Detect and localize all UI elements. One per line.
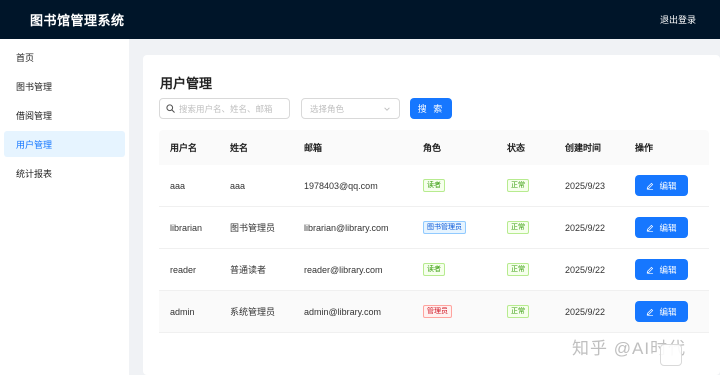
cell-name: aaa	[230, 180, 246, 191]
role-select[interactable]: 选择角色	[301, 98, 400, 119]
role-badge: 图书管理员	[423, 221, 466, 234]
cell-email: librarian@library.com	[304, 222, 389, 233]
edit-button[interactable]: 编辑	[635, 259, 688, 280]
app-title: 图书馆管理系统	[30, 13, 125, 28]
table-row: admin 系统管理员 admin@library.com 管理员 正常 202…	[159, 291, 709, 333]
cell-email: reader@library.com	[304, 264, 383, 275]
role-badge: 读者	[423, 179, 445, 192]
cell-email: 1978403@qq.com	[304, 180, 378, 191]
table-row: librarian 图书管理员 librarian@library.com 图书…	[159, 207, 709, 249]
column-header-status: 状态	[507, 143, 526, 153]
main-panel: 用户管理 选择角色 搜 索 用户名 姓名 邮箱 角色 状态 创建时间 操作 aa…	[143, 55, 720, 375]
edit-button[interactable]: 编辑	[635, 217, 688, 238]
role-select-placeholder: 选择角色	[310, 103, 345, 114]
column-header-created: 创建时间	[565, 143, 602, 153]
cell-created: 2025/9/22	[565, 264, 606, 275]
status-badge: 正常	[507, 179, 529, 192]
cell-email: admin@library.com	[304, 306, 381, 317]
cell-username: aaa	[170, 180, 186, 191]
column-header-email: 邮箱	[304, 143, 323, 153]
search-icon	[166, 104, 175, 113]
cell-created: 2025/9/22	[565, 306, 606, 317]
search-field[interactable]	[159, 98, 290, 119]
status-badge: 正常	[507, 305, 529, 318]
cell-username: librarian	[170, 222, 203, 233]
table-row: aaa aaa 1978403@qq.com 读者 正常 2025/9/23 编…	[159, 165, 709, 207]
sidebar-item-home[interactable]: 首页	[4, 44, 125, 70]
cell-created: 2025/9/22	[565, 222, 606, 233]
cell-name: 系统管理员	[230, 307, 276, 317]
role-badge: 管理员	[423, 305, 452, 318]
sidebar: 首页 图书管理 借阅管理 用户管理 统计报表	[0, 39, 129, 375]
cell-username: admin	[170, 306, 195, 317]
table-header: 用户名 姓名 邮箱 角色 状态 创建时间 操作	[159, 130, 709, 165]
search-button[interactable]: 搜 索	[410, 98, 452, 119]
edit-icon	[647, 308, 654, 316]
status-badge: 正常	[507, 221, 529, 234]
column-header-role: 角色	[423, 143, 442, 153]
edit-button[interactable]: 编辑	[635, 175, 688, 196]
status-badge: 正常	[507, 263, 529, 276]
search-input[interactable]	[179, 103, 289, 114]
sidebar-item-reports[interactable]: 统计报表	[4, 160, 125, 186]
edit-button-label: 编辑	[659, 180, 677, 191]
logout-button[interactable]: 退出登录	[660, 13, 696, 26]
cell-name: 普通读者	[230, 265, 267, 275]
column-header-username: 用户名	[170, 143, 198, 153]
cell-username: reader	[170, 264, 197, 275]
sidebar-item-books[interactable]: 图书管理	[4, 73, 125, 99]
column-header-name: 姓名	[230, 143, 249, 153]
edit-icon	[647, 266, 654, 274]
page-title: 用户管理	[160, 76, 213, 91]
edit-button-label: 编辑	[659, 222, 677, 233]
table-row: reader 普通读者 reader@library.com 读者 正常 202…	[159, 249, 709, 291]
column-header-actions: 操作	[635, 143, 654, 153]
edit-icon	[647, 182, 654, 190]
edit-icon	[647, 224, 654, 232]
users-table: 用户名 姓名 邮箱 角色 状态 创建时间 操作 aaa aaa 1978403@…	[159, 130, 709, 333]
cell-created: 2025/9/23	[565, 180, 606, 191]
cell-name: 图书管理员	[230, 223, 276, 233]
edit-button-label: 编辑	[659, 306, 677, 317]
edit-button[interactable]: 编辑	[635, 301, 688, 322]
sidebar-item-users[interactable]: 用户管理	[4, 131, 125, 157]
sidebar-item-borrowing[interactable]: 借阅管理	[4, 102, 125, 128]
edit-button-label: 编辑	[659, 264, 677, 275]
back-to-top-button[interactable]	[660, 344, 682, 366]
chevron-down-icon	[384, 106, 390, 111]
role-badge: 读者	[423, 263, 445, 276]
top-header: 图书馆管理系统 退出登录	[0, 0, 720, 39]
